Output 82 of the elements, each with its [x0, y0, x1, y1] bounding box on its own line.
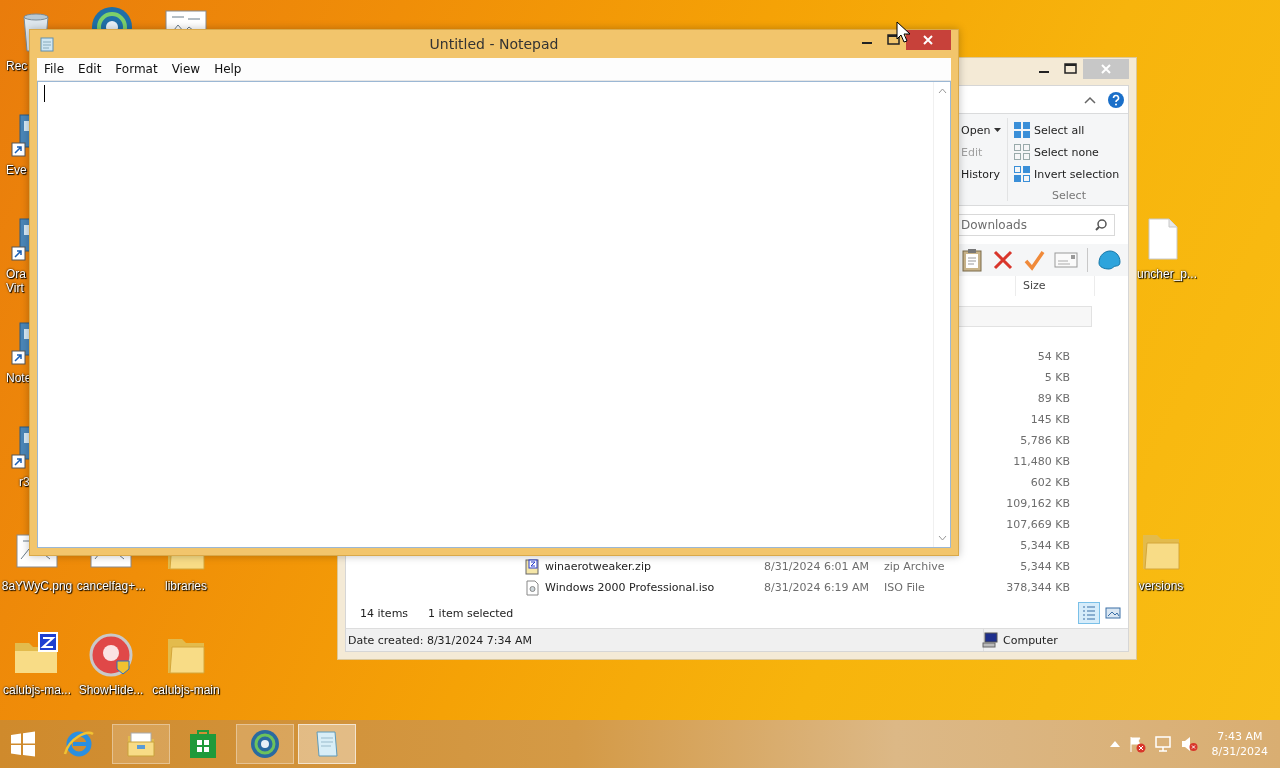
desktop-icon-label[interactable]: r3 — [19, 475, 30, 489]
ribbon-button[interactable]: Invert selection — [1014, 166, 1124, 182]
ribbon-button[interactable]: Select none — [1014, 144, 1124, 160]
file-type: ISO File — [884, 581, 926, 594]
card-icon[interactable] — [1054, 251, 1078, 269]
ribbon-button[interactable]: Open — [961, 122, 1007, 138]
desktop-icon-label[interactable]: ShowHide... — [78, 683, 144, 697]
volume-muted-icon[interactable] — [1179, 735, 1198, 753]
file-size: 109,162 KB — [1005, 497, 1070, 510]
thumbnails-view-icon — [1104, 604, 1122, 622]
cloud-icon[interactable] — [1097, 249, 1121, 271]
ribbon-button[interactable]: History — [961, 166, 1007, 182]
checkmark-icon[interactable] — [1023, 249, 1045, 271]
file-size: 107,669 KB — [1005, 518, 1070, 531]
desktop-icon-label[interactable]: calubjs-main — [152, 683, 220, 697]
menu-item[interactable]: Format — [108, 62, 165, 76]
desktop-icon-label[interactable]: uncher_p... — [1137, 267, 1198, 281]
file-date: 8/31/2024 6:01 AM — [764, 560, 871, 573]
file-size: 378,344 KB — [1005, 581, 1070, 594]
scrollbar[interactable] — [933, 82, 950, 547]
desktop-icon-label[interactable]: calubjs-ma... — [3, 683, 71, 697]
desktop-icon-label[interactable]: cancelfag+... — [76, 579, 146, 593]
network-icon[interactable] — [1153, 735, 1172, 753]
window-title: Untitled - Notepad — [429, 36, 559, 52]
view-toggle-button[interactable] — [1078, 602, 1100, 624]
search-icon[interactable] — [1095, 219, 1107, 231]
circle-app-icon — [87, 631, 135, 679]
file-date: 8/31/2024 6:19 AM — [764, 581, 871, 594]
notepad-icon — [39, 36, 55, 52]
empty-grid-icon — [1014, 144, 1030, 160]
desktop-icon-label[interactable]: Eve — [6, 163, 27, 177]
desktop-icon-label[interactable]: versions — [1138, 579, 1184, 593]
start-windows-icon[interactable] — [9, 730, 37, 758]
details-view-icon — [1080, 604, 1098, 622]
column-header[interactable]: Size — [1015, 276, 1095, 296]
chevron-up-icon[interactable] — [1109, 741, 1120, 747]
file-size: 5,344 KB — [1019, 539, 1070, 552]
text-cursor — [44, 85, 45, 102]
mixed-grid-icon — [1014, 166, 1030, 182]
grid-squares-icon — [1014, 122, 1030, 138]
cross-icon[interactable] — [992, 249, 1014, 271]
file-size: 602 KB — [1029, 476, 1070, 489]
help-icon[interactable] — [1108, 91, 1124, 108]
search-field[interactable]: Downloads — [957, 214, 1115, 236]
date-created-text: Date created: 8/31/2024 7:34 AM — [348, 633, 532, 647]
ribbon-group-label: Select — [1051, 189, 1087, 202]
ribbon-button[interactable]: Select all — [1014, 122, 1124, 138]
desktop-icon-label[interactable]: Ora Virt — [6, 267, 26, 295]
location-label: Computer — [1003, 633, 1058, 647]
desktop-icon-label[interactable]: Rec — [6, 59, 28, 73]
computer-icon — [982, 632, 998, 648]
desktop-icon-label[interactable]: 8aYWyC.png — [1, 579, 73, 593]
file-size: 5 KB — [1043, 371, 1070, 384]
file-size: 54 KB — [1036, 350, 1070, 363]
taskbar-button[interactable] — [236, 724, 294, 764]
zip-file-icon — [524, 558, 540, 575]
file-name[interactable]: winaerotweaker.zip — [545, 560, 764, 573]
file-size: 5,344 KB — [1019, 560, 1070, 573]
clock[interactable]: 7:43 AM 8/31/2024 — [1205, 729, 1280, 759]
file-name[interactable]: Windows 2000 Professional.iso — [545, 581, 764, 594]
menu-item[interactable]: Help — [207, 62, 249, 76]
clipboard-icon[interactable] — [961, 248, 983, 272]
taskbar-button[interactable] — [112, 724, 170, 764]
collapse-caret-icon[interactable] — [1084, 95, 1096, 104]
file-size: 145 KB — [1029, 413, 1070, 426]
file-size: 89 KB — [1036, 392, 1070, 405]
selection-count: 1 item selected — [428, 606, 514, 620]
store-bag-icon — [187, 728, 219, 760]
flag-alert-icon[interactable] — [1127, 735, 1146, 753]
item-count: 14 items — [360, 606, 409, 620]
taskbar-button[interactable] — [298, 724, 356, 764]
desktop-icon-label[interactable]: libraries — [165, 579, 207, 593]
file-size: 5,786 KB — [1019, 434, 1070, 447]
disc-file-icon — [524, 579, 540, 596]
file-size: 11,480 KB — [1012, 455, 1070, 468]
close-icon[interactable] — [906, 30, 951, 50]
menu-item[interactable]: File — [37, 62, 72, 76]
menu-item[interactable]: Edit — [71, 62, 109, 76]
globe-icon — [249, 728, 281, 760]
menu-item[interactable]: View — [164, 62, 208, 76]
mouse-pointer-icon — [896, 21, 910, 43]
file-type: zip Archive — [884, 560, 946, 573]
